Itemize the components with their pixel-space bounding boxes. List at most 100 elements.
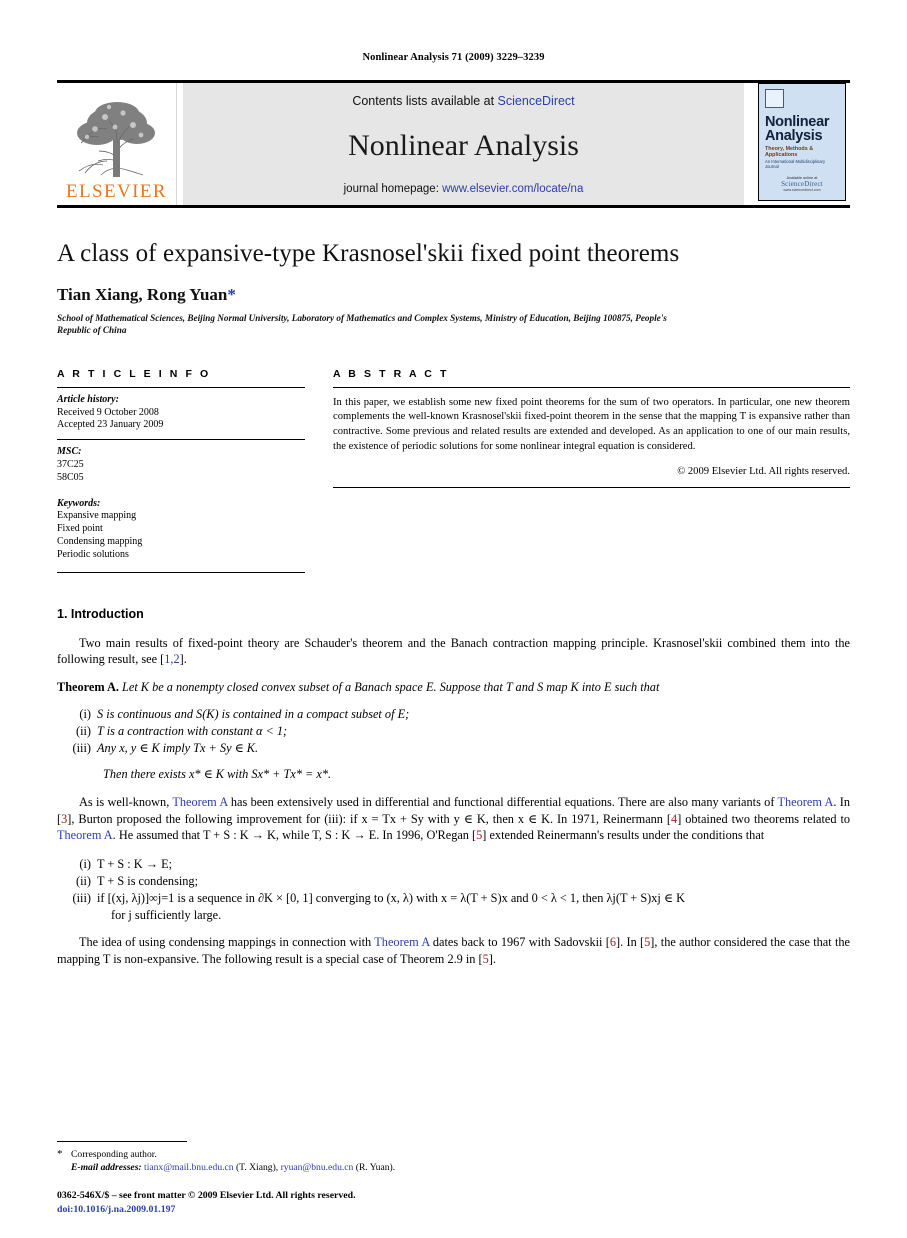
introduction-section: 1. Introduction Two main results of fixe…	[57, 607, 850, 968]
doi-link[interactable]: doi:10.1016/j.na.2009.01.197	[57, 1203, 356, 1217]
cover-footer-brand: ScienceDirect	[781, 180, 823, 188]
oregan-condition-iii-cont: for j sufficiently large.	[111, 908, 222, 923]
oregan-condition-i-text: T + S : K → E;	[97, 856, 173, 871]
section-heading-introduction: 1. Introduction	[57, 606, 144, 621]
p3-s3: ]. In [	[616, 935, 645, 950]
keyword-0: Expansive mapping	[57, 510, 137, 522]
keyword-3: Periodic solutions	[57, 548, 129, 560]
intro-paragraph-1: Two main results of fixed-point theory a…	[57, 635, 850, 668]
keywords-label: Keywords:	[57, 497, 101, 509]
email-owner-2: (R. Yuan).	[353, 1162, 396, 1173]
p2-s4: ], Burton proposed the following improve…	[67, 811, 672, 826]
oregan-marker-i: (i)	[79, 856, 91, 871]
homepage-prefix: journal homepage:	[343, 183, 443, 195]
oregan-marker-iii: (iii)	[72, 890, 91, 905]
article-info-rule-bottom	[57, 571, 305, 573]
journal-masthead: ELSEVIER Contents lists available at Sci…	[57, 80, 850, 205]
homepage-link[interactable]: www.elsevier.com/locate/na	[442, 183, 583, 195]
theorem-a-link-2[interactable]: Theorem A	[778, 795, 834, 809]
footnote-block: * Corresponding author. E-mail addresses…	[57, 1141, 617, 1174]
theorem-a-condition-i: (i) S is continuous and S(K) is contained…	[57, 706, 850, 723]
journal-title: Nonlinear Analysis	[348, 128, 579, 162]
p3-s1: The idea of using condensing mappings in…	[79, 935, 375, 950]
theorem-a-link-4[interactable]: Theorem A	[374, 935, 429, 949]
theorem-a-text: Let K be a nonempty closed convex subset…	[122, 680, 660, 695]
contents-prefix: Contents lists available at	[352, 94, 498, 108]
theorem-a-link-3[interactable]: Theorem A	[57, 828, 113, 842]
corresponding-author-marker[interactable]: *	[227, 285, 236, 304]
info-abstract-row: A R T I C L E I N F O Article history: R…	[57, 368, 850, 573]
msc-code-0: 37C25	[57, 458, 84, 470]
cover-publisher-icon	[765, 89, 784, 108]
oregan-condition-ii-text: T + S is condensing;	[97, 873, 198, 888]
elsevier-logo: ELSEVIER	[57, 83, 177, 205]
msc-block: MSC: 37C25 58C05	[57, 440, 305, 491]
keyword-1: Fixed point	[57, 523, 103, 535]
intro-p1-text-b: ].	[179, 651, 187, 666]
p3-s2: dates back to 1967 with Sadovskii [	[429, 935, 610, 950]
oregan-marker-ii: (ii)	[75, 873, 91, 888]
p3-s5: ].	[488, 951, 496, 966]
theorem-a-link-1[interactable]: Theorem A	[172, 795, 227, 809]
footnote-rule	[57, 1141, 187, 1142]
footnote-asterisk-icon: *	[57, 1148, 63, 1160]
cover-subtitle: Theory, Methods & Applications	[765, 146, 814, 158]
cover-footer-url: www.sciencedirect.com	[783, 188, 821, 192]
abstract-text: In this paper, we establish some new fix…	[333, 396, 850, 452]
issn-line: 0362-546X/$ – see front matter © 2009 El…	[57, 1190, 356, 1201]
affiliation: School of Mathematical Sciences, Beijing…	[57, 312, 667, 336]
article-info-heading: A R T I C L E I N F O	[57, 367, 211, 380]
running-head: Nonlinear Analysis 71 (2009) 3229–3239	[362, 52, 545, 63]
oregan-conditions: (i) T + S : K → E; (ii) T + S is condensin…	[57, 856, 850, 925]
cover-title-line2: Analysis	[765, 128, 823, 144]
elsevier-wordmark: ELSEVIER	[66, 181, 167, 202]
sciencedirect-link[interactable]: ScienceDirect	[498, 94, 575, 108]
email-owner-1: (T. Xiang),	[233, 1162, 281, 1173]
author-names: Tian Xiang, Rong Yuan	[57, 284, 228, 304]
journal-cover-thumbnail: Nonlinear Analysis Theory, Methods & App…	[758, 83, 846, 201]
journal-banner: Contents lists available at ScienceDirec…	[183, 83, 744, 205]
journal-homepage-line: journal homepage: www.elsevier.com/locat…	[344, 183, 584, 195]
article-history-received: Received 9 October 2008	[57, 406, 159, 418]
oregan-condition-ii: (ii) T + S is condensing;	[57, 873, 850, 890]
keyword-2: Condensing mapping	[57, 535, 143, 547]
journal-cover-cell: Nonlinear Analysis Theory, Methods & App…	[758, 83, 850, 205]
theorem-a-name: Theorem A.	[57, 680, 119, 695]
theorem-a-condition-iii: (iii) Any x, y ∈ K imply Tx + Sy ∈ K.	[57, 740, 850, 757]
theorem-a-condition-ii: (ii) T is a contraction with constant α <…	[57, 723, 850, 740]
theorem-a-statement: Theorem A. Let K be a nonempty closed co…	[57, 679, 850, 695]
email-link-1[interactable]: tianx@mail.bnu.edu.cn	[144, 1162, 234, 1173]
cover-title-line1: Nonlinear	[765, 114, 830, 130]
keywords-block: Keywords: Expansive mapping Fixed point …	[57, 492, 305, 569]
cover-subtitle-secondary: An International Multidisciplinary Journ…	[765, 159, 826, 169]
page-title: A class of expansive-type Krasnosel'skii…	[57, 240, 680, 267]
email-link-2[interactable]: ryuan@bnu.edu.cn	[281, 1162, 354, 1173]
corresponding-author-text: Corresponding author.	[71, 1149, 157, 1160]
elsevier-tree-icon	[76, 102, 155, 177]
article-history-label: Article history:	[57, 393, 119, 405]
author-list: Tian Xiang, Rong Yuan*	[57, 285, 850, 305]
theorem-a-conclusion: Then there exists x* ∈ K with Sx* + Tx* …	[103, 767, 332, 782]
p2-s5: ] obtained two theorems related to	[677, 811, 851, 826]
theorem-a-condition-i-text: S is continuous and S(K) is contained in…	[97, 706, 410, 721]
abstract-heading: A B S T R A C T	[333, 367, 449, 380]
intro-paragraph-2: As is well-known, Theorem A has been ext…	[57, 794, 850, 843]
intro-paragraph-3: The idea of using condensing mappings in…	[57, 934, 850, 967]
article-history-block: Article history: Received 9 October 2008…	[57, 388, 305, 439]
footer-imprint: 0362-546X/$ – see front matter © 2009 El…	[57, 1189, 356, 1216]
corresponding-author-note: * Corresponding author.	[57, 1148, 617, 1161]
p2-s7: ] extended Reinermann's results under th…	[482, 828, 765, 843]
theorem-a-condition-ii-text: T is a contraction with constant α < 1;	[97, 723, 288, 738]
p2-s2: has been extensively used in differentia…	[227, 795, 778, 810]
article-history-accepted: Accepted 23 January 2009	[57, 419, 164, 431]
msc-code-1: 58C05	[57, 471, 84, 483]
theorem-a-marker-iii: (iii)	[72, 741, 91, 756]
abstract-copyright: © 2009 Elsevier Ltd. All rights reserved…	[677, 466, 850, 478]
oregan-condition-i: (i) T + S : K → E;	[57, 856, 850, 873]
cover-footer: Available online at ScienceDirect www.sc…	[759, 176, 845, 192]
citation-1-2[interactable]: 1,2	[164, 652, 179, 666]
paper-page: Nonlinear Analysis 71 (2009) 3229–3239 E…	[0, 0, 907, 1238]
p2-s6: . He assumed that T + S : K → K, while T…	[112, 828, 477, 843]
masthead-bottom-rule	[57, 205, 850, 208]
contents-line: Contents lists available at ScienceDirec…	[352, 94, 574, 108]
